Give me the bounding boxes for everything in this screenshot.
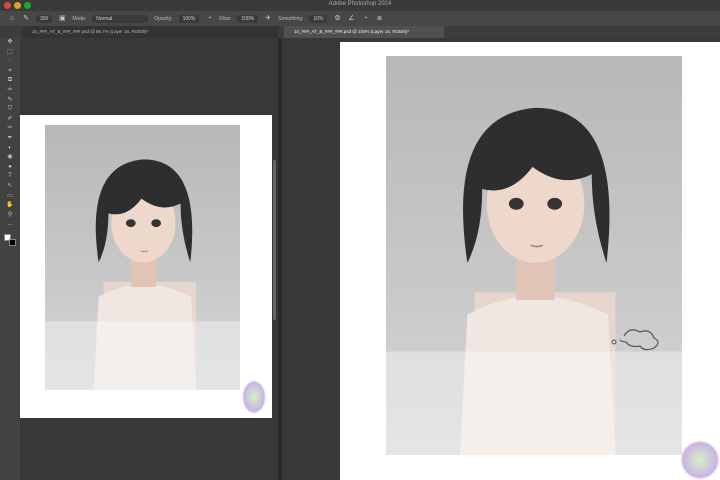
tab-document-1[interactable]: 10_###_AT_B_###_###.psd @ 66.7% (Layer 1… [22, 26, 278, 38]
opacity-label: Opacity: [154, 15, 173, 22]
flow-label: Flow: [219, 15, 232, 22]
pressure-opacity-icon[interactable]: ◔ [205, 15, 213, 23]
document-tabs: 10_###_AT_B_###_###.psd @ 66.7% (Layer 1… [0, 26, 720, 38]
smoothing-label: Smoothing: [278, 15, 304, 22]
tool-4[interactable]: ⧉ [0, 76, 20, 86]
brush-size[interactable]: 300 [36, 14, 53, 23]
app-title: Adobe Photoshop 2024 [328, 1, 392, 7]
mode-select[interactable]: Normal [92, 14, 149, 23]
tool-17[interactable]: ✋ [0, 201, 20, 211]
airbrush-icon[interactable]: ✈ [264, 15, 272, 23]
tool-2[interactable]: ◌ [0, 57, 20, 67]
tool-14[interactable]: T [0, 172, 20, 182]
tool-10[interactable]: ✒ [0, 134, 20, 144]
mode-label: Mode: [72, 15, 87, 22]
artwork-girl [45, 125, 240, 390]
flow-field[interactable]: 100% [237, 14, 259, 23]
tool-5[interactable]: ✑ [0, 86, 20, 96]
tool-6[interactable]: ✎ [0, 96, 20, 106]
smoothing-settings-icon[interactable]: ⚙ [333, 15, 341, 23]
tool-12[interactable]: ◉ [0, 153, 20, 163]
tool-9[interactable]: ✂ [0, 124, 20, 134]
smoke-doodle [611, 329, 659, 351]
tool-3[interactable]: ⌖ [0, 67, 20, 77]
home-icon[interactable]: ⌂ [8, 15, 16, 23]
tool-8[interactable]: ✐ [0, 115, 20, 125]
background-color[interactable] [9, 238, 16, 246]
brush-settings-icon[interactable]: ▣ [58, 15, 66, 23]
smoothing-field[interactable]: 10% [309, 14, 328, 23]
tool-13[interactable]: ● [0, 163, 20, 173]
title-bar: Adobe Photoshop 2024 [0, 0, 720, 11]
tool-0[interactable]: ✥ [0, 38, 20, 48]
options-bar: ⌂ ✎ 300 ▣ Mode: Normal Opacity: 100% ◔ F… [0, 11, 720, 26]
mascot-sticker [680, 440, 720, 480]
tool-1[interactable]: ⬚ [0, 48, 20, 58]
tool-19[interactable]: … [0, 220, 20, 230]
tool-11[interactable]: ◐ [0, 144, 20, 154]
symmetry-icon[interactable]: ⧈ [375, 15, 383, 23]
pressure-size-icon[interactable]: ◔ [361, 15, 369, 23]
toolbar: ✥ ⬚ ◌ ⌖ ⧉ ✑ ✎ ⛉ ✐ ✂ ✒ ◐ ◉ ● T ↖ ▭ ✋ ⚲… [0, 38, 20, 480]
tab-document-2[interactable]: 10_###_AT_B_###_###.psd @ 100% (Layer 16… [284, 26, 444, 38]
canvas[interactable] [20, 115, 272, 418]
tool-15[interactable]: ↖ [0, 182, 20, 192]
angle-icon[interactable]: ∠ [347, 15, 355, 23]
tool-7[interactable]: ⛉ [0, 105, 20, 115]
tool-16[interactable]: ▭ [0, 192, 20, 202]
tool-18[interactable]: ⚲ [0, 211, 20, 221]
document-window-left [20, 38, 278, 480]
vertical-scrollbar[interactable] [273, 160, 276, 320]
canvas-zoomed[interactable] [340, 42, 720, 480]
mascot-sticker [242, 380, 266, 414]
document-window-right [282, 38, 720, 480]
artwork-girl-zoomed [386, 56, 682, 455]
opacity-field[interactable]: 100% [178, 14, 200, 23]
brush-icon[interactable]: ✎ [22, 15, 30, 23]
